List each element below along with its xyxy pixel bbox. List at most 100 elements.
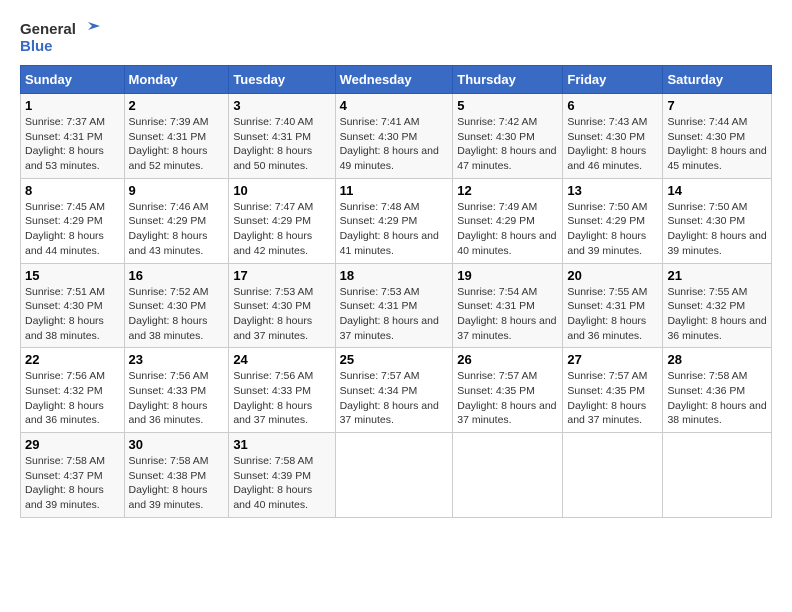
calendar-cell: 30 Sunrise: 7:58 AM Sunset: 4:38 PM Dayl… [124, 433, 229, 518]
day-info: Sunrise: 7:53 AM Sunset: 4:30 PM Dayligh… [233, 285, 330, 344]
day-number: 1 [25, 98, 120, 113]
calendar-cell: 6 Sunrise: 7:43 AM Sunset: 4:30 PM Dayli… [563, 94, 663, 179]
day-number: 6 [567, 98, 658, 113]
logo: General Blue [20, 20, 100, 55]
day-info: Sunrise: 7:39 AM Sunset: 4:31 PM Dayligh… [129, 115, 225, 174]
calendar-cell: 4 Sunrise: 7:41 AM Sunset: 4:30 PM Dayli… [335, 94, 453, 179]
calendar-cell: 24 Sunrise: 7:56 AM Sunset: 4:33 PM Dayl… [229, 348, 335, 433]
calendar-table: SundayMondayTuesdayWednesdayThursdayFrid… [20, 65, 772, 518]
col-header-monday: Monday [124, 66, 229, 94]
day-info: Sunrise: 7:44 AM Sunset: 4:30 PM Dayligh… [667, 115, 767, 174]
calendar-cell: 26 Sunrise: 7:57 AM Sunset: 4:35 PM Dayl… [453, 348, 563, 433]
day-info: Sunrise: 7:55 AM Sunset: 4:32 PM Dayligh… [667, 285, 767, 344]
calendar-cell: 14 Sunrise: 7:50 AM Sunset: 4:30 PM Dayl… [663, 178, 772, 263]
calendar-week-1: 1 Sunrise: 7:37 AM Sunset: 4:31 PM Dayli… [21, 94, 772, 179]
col-header-thursday: Thursday [453, 66, 563, 94]
day-number: 19 [457, 268, 558, 283]
calendar-cell [663, 433, 772, 518]
day-info: Sunrise: 7:58 AM Sunset: 4:37 PM Dayligh… [25, 454, 120, 513]
day-number: 7 [667, 98, 767, 113]
calendar-cell: 5 Sunrise: 7:42 AM Sunset: 4:30 PM Dayli… [453, 94, 563, 179]
col-header-saturday: Saturday [663, 66, 772, 94]
day-info: Sunrise: 7:57 AM Sunset: 4:34 PM Dayligh… [340, 369, 449, 428]
day-number: 20 [567, 268, 658, 283]
day-info: Sunrise: 7:49 AM Sunset: 4:29 PM Dayligh… [457, 200, 558, 259]
calendar-cell: 15 Sunrise: 7:51 AM Sunset: 4:30 PM Dayl… [21, 263, 125, 348]
calendar-cell: 16 Sunrise: 7:52 AM Sunset: 4:30 PM Dayl… [124, 263, 229, 348]
day-number: 25 [340, 352, 449, 367]
calendar-cell: 12 Sunrise: 7:49 AM Sunset: 4:29 PM Dayl… [453, 178, 563, 263]
day-info: Sunrise: 7:46 AM Sunset: 4:29 PM Dayligh… [129, 200, 225, 259]
day-number: 27 [567, 352, 658, 367]
calendar-week-5: 29 Sunrise: 7:58 AM Sunset: 4:37 PM Dayl… [21, 433, 772, 518]
day-number: 15 [25, 268, 120, 283]
day-number: 16 [129, 268, 225, 283]
calendar-cell: 31 Sunrise: 7:58 AM Sunset: 4:39 PM Dayl… [229, 433, 335, 518]
day-number: 3 [233, 98, 330, 113]
logo-blue: Blue [20, 38, 53, 55]
col-header-wednesday: Wednesday [335, 66, 453, 94]
day-info: Sunrise: 7:50 AM Sunset: 4:30 PM Dayligh… [667, 200, 767, 259]
col-header-tuesday: Tuesday [229, 66, 335, 94]
day-number: 31 [233, 437, 330, 452]
calendar-cell: 25 Sunrise: 7:57 AM Sunset: 4:34 PM Dayl… [335, 348, 453, 433]
day-info: Sunrise: 7:53 AM Sunset: 4:31 PM Dayligh… [340, 285, 449, 344]
day-number: 22 [25, 352, 120, 367]
calendar-cell [563, 433, 663, 518]
day-info: Sunrise: 7:54 AM Sunset: 4:31 PM Dayligh… [457, 285, 558, 344]
day-number: 10 [233, 183, 330, 198]
calendar-cell: 19 Sunrise: 7:54 AM Sunset: 4:31 PM Dayl… [453, 263, 563, 348]
calendar-cell [335, 433, 453, 518]
calendar-cell: 3 Sunrise: 7:40 AM Sunset: 4:31 PM Dayli… [229, 94, 335, 179]
day-number: 5 [457, 98, 558, 113]
calendar-week-3: 15 Sunrise: 7:51 AM Sunset: 4:30 PM Dayl… [21, 263, 772, 348]
day-info: Sunrise: 7:58 AM Sunset: 4:39 PM Dayligh… [233, 454, 330, 513]
calendar-cell: 10 Sunrise: 7:47 AM Sunset: 4:29 PM Dayl… [229, 178, 335, 263]
day-info: Sunrise: 7:41 AM Sunset: 4:30 PM Dayligh… [340, 115, 449, 174]
day-number: 13 [567, 183, 658, 198]
calendar-cell: 13 Sunrise: 7:50 AM Sunset: 4:29 PM Dayl… [563, 178, 663, 263]
day-number: 24 [233, 352, 330, 367]
calendar-cell: 18 Sunrise: 7:53 AM Sunset: 4:31 PM Dayl… [335, 263, 453, 348]
day-number: 8 [25, 183, 120, 198]
day-number: 2 [129, 98, 225, 113]
calendar-cell: 23 Sunrise: 7:56 AM Sunset: 4:33 PM Dayl… [124, 348, 229, 433]
day-info: Sunrise: 7:57 AM Sunset: 4:35 PM Dayligh… [457, 369, 558, 428]
page-header: General Blue [20, 20, 772, 55]
calendar-cell: 2 Sunrise: 7:39 AM Sunset: 4:31 PM Dayli… [124, 94, 229, 179]
calendar-week-2: 8 Sunrise: 7:45 AM Sunset: 4:29 PM Dayli… [21, 178, 772, 263]
day-info: Sunrise: 7:37 AM Sunset: 4:31 PM Dayligh… [25, 115, 120, 174]
day-info: Sunrise: 7:55 AM Sunset: 4:31 PM Dayligh… [567, 285, 658, 344]
day-number: 28 [667, 352, 767, 367]
day-number: 21 [667, 268, 767, 283]
day-info: Sunrise: 7:47 AM Sunset: 4:29 PM Dayligh… [233, 200, 330, 259]
day-info: Sunrise: 7:50 AM Sunset: 4:29 PM Dayligh… [567, 200, 658, 259]
day-info: Sunrise: 7:43 AM Sunset: 4:30 PM Dayligh… [567, 115, 658, 174]
logo-bird-icon [78, 20, 100, 38]
day-number: 18 [340, 268, 449, 283]
calendar-cell: 20 Sunrise: 7:55 AM Sunset: 4:31 PM Dayl… [563, 263, 663, 348]
calendar-cell: 21 Sunrise: 7:55 AM Sunset: 4:32 PM Dayl… [663, 263, 772, 348]
calendar-week-4: 22 Sunrise: 7:56 AM Sunset: 4:32 PM Dayl… [21, 348, 772, 433]
day-number: 23 [129, 352, 225, 367]
day-info: Sunrise: 7:45 AM Sunset: 4:29 PM Dayligh… [25, 200, 120, 259]
calendar-cell: 8 Sunrise: 7:45 AM Sunset: 4:29 PM Dayli… [21, 178, 125, 263]
col-header-friday: Friday [563, 66, 663, 94]
col-header-sunday: Sunday [21, 66, 125, 94]
calendar-cell: 28 Sunrise: 7:58 AM Sunset: 4:36 PM Dayl… [663, 348, 772, 433]
day-number: 30 [129, 437, 225, 452]
day-info: Sunrise: 7:52 AM Sunset: 4:30 PM Dayligh… [129, 285, 225, 344]
day-number: 26 [457, 352, 558, 367]
day-number: 14 [667, 183, 767, 198]
calendar-cell: 27 Sunrise: 7:57 AM Sunset: 4:35 PM Dayl… [563, 348, 663, 433]
calendar-cell: 29 Sunrise: 7:58 AM Sunset: 4:37 PM Dayl… [21, 433, 125, 518]
day-info: Sunrise: 7:56 AM Sunset: 4:33 PM Dayligh… [233, 369, 330, 428]
calendar-cell [453, 433, 563, 518]
calendar-cell: 9 Sunrise: 7:46 AM Sunset: 4:29 PM Dayli… [124, 178, 229, 263]
day-number: 9 [129, 183, 225, 198]
day-info: Sunrise: 7:57 AM Sunset: 4:35 PM Dayligh… [567, 369, 658, 428]
calendar-cell: 17 Sunrise: 7:53 AM Sunset: 4:30 PM Dayl… [229, 263, 335, 348]
day-info: Sunrise: 7:58 AM Sunset: 4:36 PM Dayligh… [667, 369, 767, 428]
calendar-cell: 22 Sunrise: 7:56 AM Sunset: 4:32 PM Dayl… [21, 348, 125, 433]
logo-general: General [20, 21, 76, 38]
